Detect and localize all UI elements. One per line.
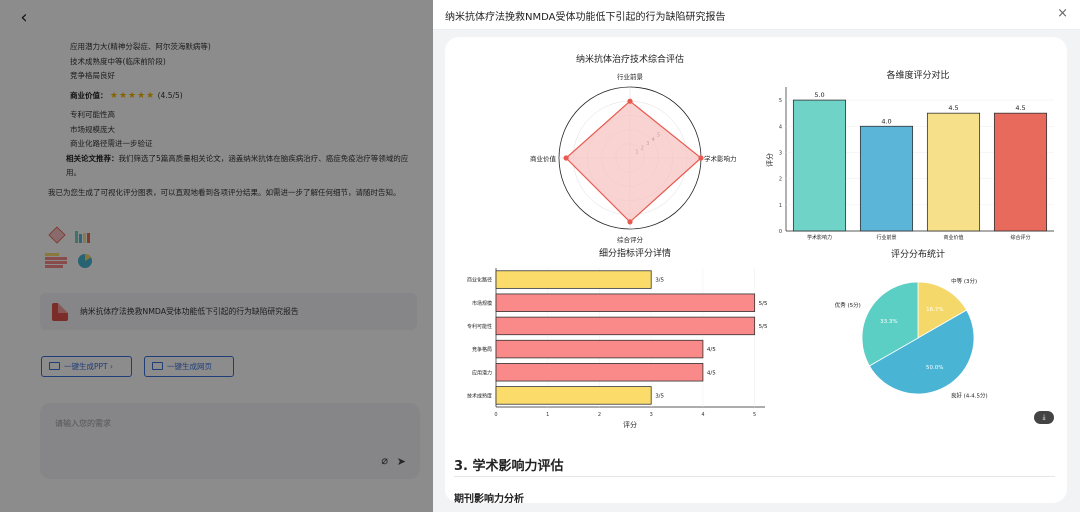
pie-title: 评分分布统计 [891,248,945,260]
hbar-y-tick-label: 竞争格局 [472,346,492,353]
section-divider [454,476,1055,477]
bar-value-label: 4.0 [881,117,891,125]
pie-pct-label: 33.3% [880,319,897,325]
download-icon[interactable]: ⤓ [1034,411,1054,424]
radar-axis-label: 行业前景 [617,72,644,81]
radar-point [627,219,633,225]
bar-value-label: 4.5 [948,104,958,112]
report-document: 纳米抗体治疗技术综合评估 各维度评分对比 细分指标评分详情 评分分布统计 评分 … [445,37,1067,503]
section-heading: 3. 学术影响力评估 [454,459,564,474]
subsection-heading: 期刊影响力分析 [454,494,524,503]
hbar-y-tick-label: 市场规模 [472,300,492,307]
bar-title: 各维度评分对比 [886,69,949,81]
bar [926,112,981,232]
pie-chart: 16.7% 中等 (3分) 50.0% 良好 (4-4.5分) 33.3% 优秀 (5分) [835,277,988,399]
bar-y-tick-label: 5 [779,98,782,104]
radar-point [627,98,633,104]
hbar-x-tick-label: 3 [650,412,653,418]
hbar-value-label: 5/5 [759,301,768,307]
hbar-value-label: 4/5 [707,347,716,353]
bar [993,112,1048,232]
hbar-chart: 0 1 2 3 4 5 商业化路径 3/5 市场规模 5/5 专利可能性 5/5 竞争格局 4/5 应用潜力… [467,268,768,418]
pie-pct-label: 16.7% [926,307,943,313]
bar-chart: 0 1 2 3 4 5 5.0 学术影响力 4.0 行业前景 4.5 商业价值 4.5 综合评分 [779,87,1054,241]
bar-ylabel: 评分 [765,153,774,167]
bar-x-tick-label: 学术影响力 [807,234,832,241]
report-panel: 纳米抗体疗法挽救NMDA受体功能低下引起的行为缺陷研究报告 × 纳米抗体治疗技术… [433,0,1080,512]
hbar-bar [495,339,704,359]
bar-y-tick-label: 1 [779,203,782,209]
pie-slice-label: 优秀 (5分) [835,301,861,309]
close-icon[interactable]: × [1057,6,1068,21]
bar-y-tick-label: 2 [779,177,782,183]
radar-axis-label: 学术影响力 [704,154,737,163]
radar-axis-label: 商业价值 [530,154,557,163]
hbar-x-tick-label: 4 [701,412,704,418]
hbar-value-label: 5/5 [759,324,768,330]
hbar-value-label: 3/5 [655,278,664,284]
hbar-y-tick-label: 应用潜力 [472,369,492,376]
charts-figure: 纳米抗体治疗技术综合评估 各维度评分对比 细分指标评分详情 评分分布统计 评分 … [467,53,1054,429]
radar-point [563,155,569,161]
chat-pane: ‹ 应用潜力大(精神分裂症、阿尔茨海默病等) 技术成熟度中等(临床前阶段) 竞争… [0,0,433,512]
hbar-bar [495,270,652,289]
hbar-x-tick-label: 0 [494,412,497,418]
hbar-x-tick-label: 5 [753,412,756,418]
hbar-xlabel: 评分 [623,420,637,429]
report-panel-header: 纳米抗体疗法挽救NMDA受体功能低下引起的行为缺陷研究报告 × [433,0,1080,30]
hbar-y-tick-label: 技术成熟度 [467,392,492,399]
bar-x-tick-label: 商业价值 [943,234,963,241]
modal-overlay[interactable] [0,0,433,512]
hbar-bar [495,293,756,312]
hbar-value-label: 4/5 [707,370,716,376]
pie-slice-label: 良好 (4-4.5分) [951,391,988,399]
hbar-bar [495,363,704,382]
bar-y-tick-label: 4 [779,124,782,130]
bar-y-tick-label: 0 [779,229,782,235]
hbar-x-tick-label: 2 [598,412,601,418]
bar-y-tick-label: 3 [779,150,782,156]
pie-slice-label: 中等 (3分) [951,277,977,285]
radar-chart: 12345行业前景学术影响力综合评分商业价值 [530,72,737,244]
radar-point [698,155,704,161]
hbar-title: 细分指标评分详情 [599,247,671,259]
bar [859,125,914,232]
hbar-y-tick-label: 专利可能性 [467,323,492,330]
hbar-x-tick-label: 1 [546,412,549,418]
radar-axis-label: 综合评分 [617,235,644,244]
pie-pct-label: 50.0% [926,365,943,371]
hbar-bar [495,386,652,405]
bar-x-tick-label: 行业前景 [876,234,896,241]
report-panel-title: 纳米抗体疗法挽救NMDA受体功能低下引起的行为缺陷研究报告 [445,12,726,23]
bar-value-label: 5.0 [814,91,824,99]
hbar-y-tick-label: 商业化路径 [467,277,492,284]
radar-title: 纳米抗体治疗技术综合评估 [576,53,684,65]
bar [792,99,847,232]
radar-series-area [565,100,702,223]
hbar-bar [495,316,756,336]
hbar-value-label: 3/5 [655,393,664,399]
bar-x-tick-label: 综合评分 [1010,234,1030,241]
bar-value-label: 4.5 [1015,104,1025,112]
